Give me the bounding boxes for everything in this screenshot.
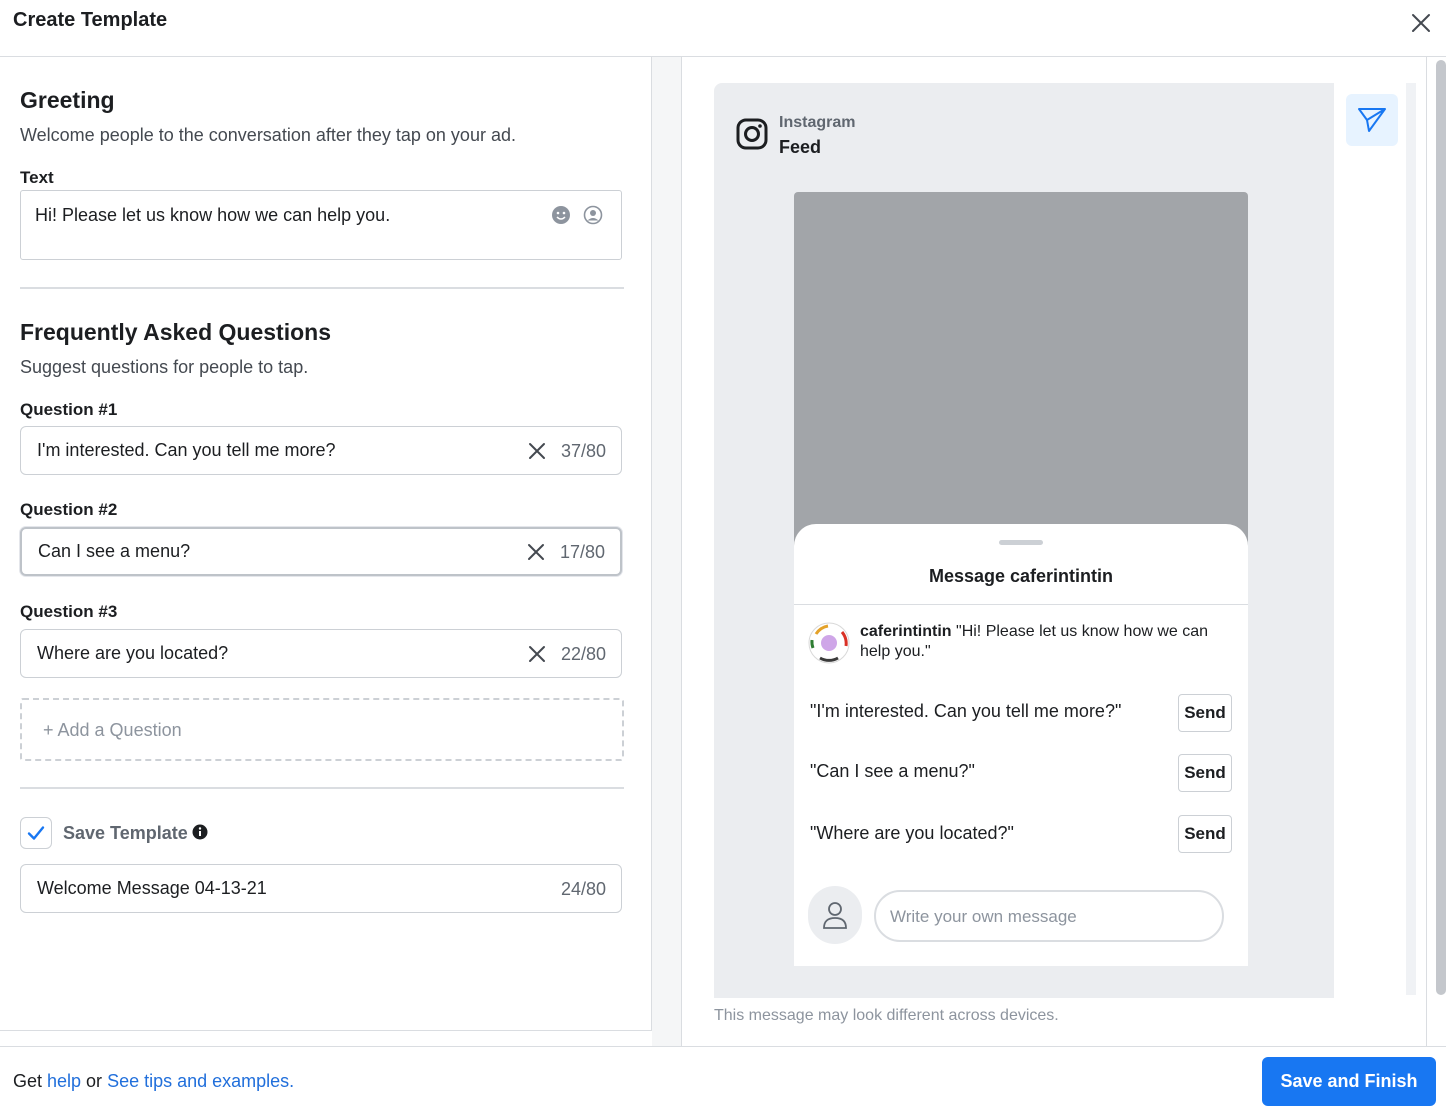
sheet-title: Message caferintintin (928, 566, 1114, 586)
scrollbar[interactable] (1436, 60, 1446, 995)
preview-question-3: "Where are you located?" (810, 823, 1014, 843)
question-3-count: 22/80 (560, 644, 606, 664)
template-form: Greeting Welcome people to the conversat… (0, 57, 652, 1031)
faq-title: Frequently Asked Questions (20, 319, 331, 345)
account-name: caferintintin (860, 623, 952, 640)
question-3-input[interactable]: Where are you located? 22/80 (20, 629, 622, 678)
footer-get: Get (13, 1071, 48, 1091)
save-and-finish-button[interactable]: Save and Finish (1262, 1057, 1436, 1106)
sheet-divider (794, 604, 1248, 605)
person-icon (823, 902, 847, 929)
question-2-value: Can I see a menu? (38, 541, 191, 561)
question-1-input[interactable]: I'm interested. Can you tell me more? 37… (20, 426, 622, 475)
rail-divider (1426, 57, 1427, 1046)
message-placeholder: Write your own message (890, 907, 1077, 926)
greeting-description: Welcome people to the conversation after… (20, 125, 516, 145)
preview-question-2: "Can I see a menu?" (810, 761, 975, 781)
tips-link[interactable]: See tips and examples. (107, 1071, 294, 1091)
modal-header: Create Template (0, 0, 1446, 57)
emoji-icon[interactable] (551, 205, 571, 225)
close-icon (1412, 14, 1430, 32)
ad-image-placeholder (794, 192, 1248, 547)
instagram-icon (736, 118, 768, 150)
greeting-text-label: Text (20, 168, 54, 187)
section-divider (20, 287, 624, 289)
sheet-handle (999, 540, 1043, 545)
greeting-message: caferintintin "Hi! Please let us know ho… (860, 622, 1240, 662)
greeting-title: Greeting (20, 87, 115, 113)
preview-question-1: "I'm interested. Can you tell me more?" (810, 701, 1122, 721)
personalize-icon[interactable] (583, 205, 603, 225)
template-name-count: 24/80 (560, 879, 606, 899)
faq-description: Suggest questions for people to tap. (20, 357, 309, 377)
info-icon[interactable] (192, 824, 208, 840)
modal-footer: Get help or See tips and examples. Save … (0, 1046, 1446, 1110)
preview-disclaimer: This message may look different across d… (714, 1007, 1059, 1024)
question-2-count: 17/80 (559, 542, 605, 562)
avatar (808, 622, 850, 664)
question-1-count: 37/80 (560, 441, 606, 461)
send-button[interactable]: Send (1178, 754, 1232, 792)
send-button[interactable]: Send (1178, 694, 1232, 732)
save-template-checkbox[interactable] (20, 817, 52, 849)
user-avatar (808, 886, 862, 944)
footer-or: or (81, 1071, 108, 1091)
close-button[interactable] (1406, 8, 1436, 38)
paper-plane-icon (1358, 108, 1386, 132)
add-question-button[interactable]: + Add a Question (20, 698, 624, 761)
question-1-label: Question #1 (20, 400, 118, 419)
clear-icon[interactable] (527, 644, 547, 664)
question-3-label: Question #3 (20, 602, 118, 621)
preview-scroll-track[interactable] (1406, 83, 1416, 995)
footer-help-text: Get help or See tips and examples. (13, 1071, 294, 1092)
question-2-label: Question #2 (20, 500, 118, 519)
preview-platform: Instagram (779, 114, 856, 131)
left-panel-scroll-track[interactable] (652, 57, 682, 1046)
question-1-value: I'm interested. Can you tell me more? (37, 440, 336, 460)
template-name-input[interactable]: Welcome Message 04-13-21 24/80 (20, 864, 622, 913)
save-template-label: Save Template (63, 823, 188, 843)
send-preview-button[interactable] (1346, 94, 1398, 146)
question-3-value: Where are you located? (37, 643, 229, 663)
message-sheet: Message caferintintin caferintintin "Hi!… (794, 524, 1248, 966)
checkmark-icon (27, 826, 45, 840)
help-link[interactable]: help (47, 1071, 81, 1091)
template-name-value: Welcome Message 04-13-21 (37, 878, 267, 898)
clear-icon[interactable] (526, 542, 546, 562)
message-input[interactable]: Write your own message (874, 890, 1224, 942)
clear-icon[interactable] (527, 441, 547, 461)
section-divider (20, 787, 624, 789)
modal-title: Create Template (13, 9, 168, 31)
add-question-label: + Add a Question (43, 720, 182, 740)
greeting-text-value: Hi! Please let us know how we can help y… (35, 205, 391, 225)
send-button[interactable]: Send (1178, 815, 1232, 853)
question-2-input[interactable]: Can I see a menu? 17/80 (20, 527, 622, 576)
greeting-text-field[interactable]: Hi! Please let us know how we can help y… (20, 190, 622, 260)
preview-placement: Feed (779, 137, 822, 157)
